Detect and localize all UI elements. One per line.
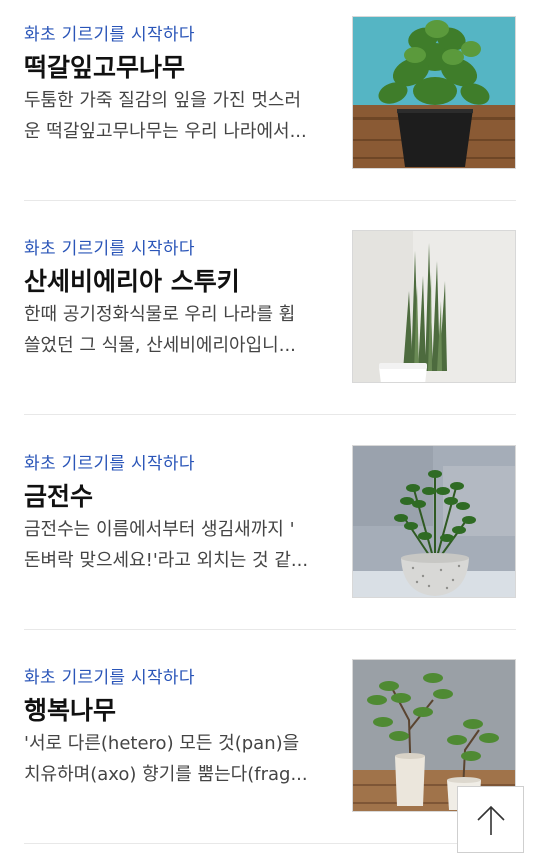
article-category[interactable]: 화초 기르기를 시작하다 [24,663,195,688]
article-description-line: 돈벼락 맞으세요!'라고 외치는 것 같... [24,550,309,571]
article-card[interactable]: 화초 기르기를 시작하다 행복나무 '서로 다른(hetero) 모든 것(pa… [24,659,516,859]
article-description-line: 쓸었던 그 식물, 산세비에리아입니... [24,335,296,356]
article-description[interactable]: '서로 다른(hetero) 모든 것(pan)을 치유하며(axo) 향기를 … [24,728,329,790]
scroll-to-top-button[interactable] [457,786,524,853]
article-description-line: 운 떡갈잎고무나무는 우리 나라에서... [24,121,307,142]
article-description-line: '서로 다른(hetero) 모든 것(pan)을 [24,733,300,754]
divider [24,843,516,844]
article-description-line: 한때 공기정화식물로 우리 나라를 휩 [24,304,296,325]
article-card[interactable]: 화초 기르기를 시작하다 산세비에리아 스투키 한때 공기정화식물로 우리 나라… [24,230,516,430]
zz-plant-thumbnail[interactable] [352,445,516,598]
article-description[interactable]: 금전수는 이름에서부터 생김새까지 ' 돈벼락 맞으세요!'라고 외치는 것 같… [24,514,329,576]
fiddle-leaf-fig-thumbnail[interactable] [352,16,516,169]
divider [24,200,516,201]
article-category[interactable]: 화초 기르기를 시작하다 [24,20,195,45]
arrow-up-icon [476,805,505,835]
sansevieria-stuckyi-thumbnail[interactable] [352,230,516,383]
article-category[interactable]: 화초 기르기를 시작하다 [24,449,195,474]
article-title[interactable]: 금전수 [24,477,93,513]
article-card[interactable]: 화초 기르기를 시작하다 떡갈잎고무나무 두툼한 가죽 질감의 잎을 가진 멋스… [24,16,516,216]
divider [24,414,516,415]
article-description[interactable]: 두툼한 가죽 질감의 잎을 가진 멋스러 운 떡갈잎고무나무는 우리 나라에서.… [24,85,329,147]
article-category[interactable]: 화초 기르기를 시작하다 [24,234,195,259]
article-card[interactable]: 화초 기르기를 시작하다 금전수 금전수는 이름에서부터 생김새까지 ' 돈벼락… [24,445,516,645]
divider [24,629,516,630]
article-description-line: 치유하며(axo) 향기를 뿜는다(frag... [24,764,308,785]
article-title[interactable]: 행복나무 [24,691,116,727]
article-description[interactable]: 한때 공기정화식물로 우리 나라를 휩 쓸었던 그 식물, 산세비에리아입니..… [24,299,329,361]
article-description-line: 금전수는 이름에서부터 생김새까지 ' [24,519,295,540]
article-title[interactable]: 산세비에리아 스투키 [24,262,240,298]
article-description-line: 두툼한 가죽 질감의 잎을 가진 멋스러 [24,90,302,111]
article-title[interactable]: 떡갈잎고무나무 [24,48,185,84]
